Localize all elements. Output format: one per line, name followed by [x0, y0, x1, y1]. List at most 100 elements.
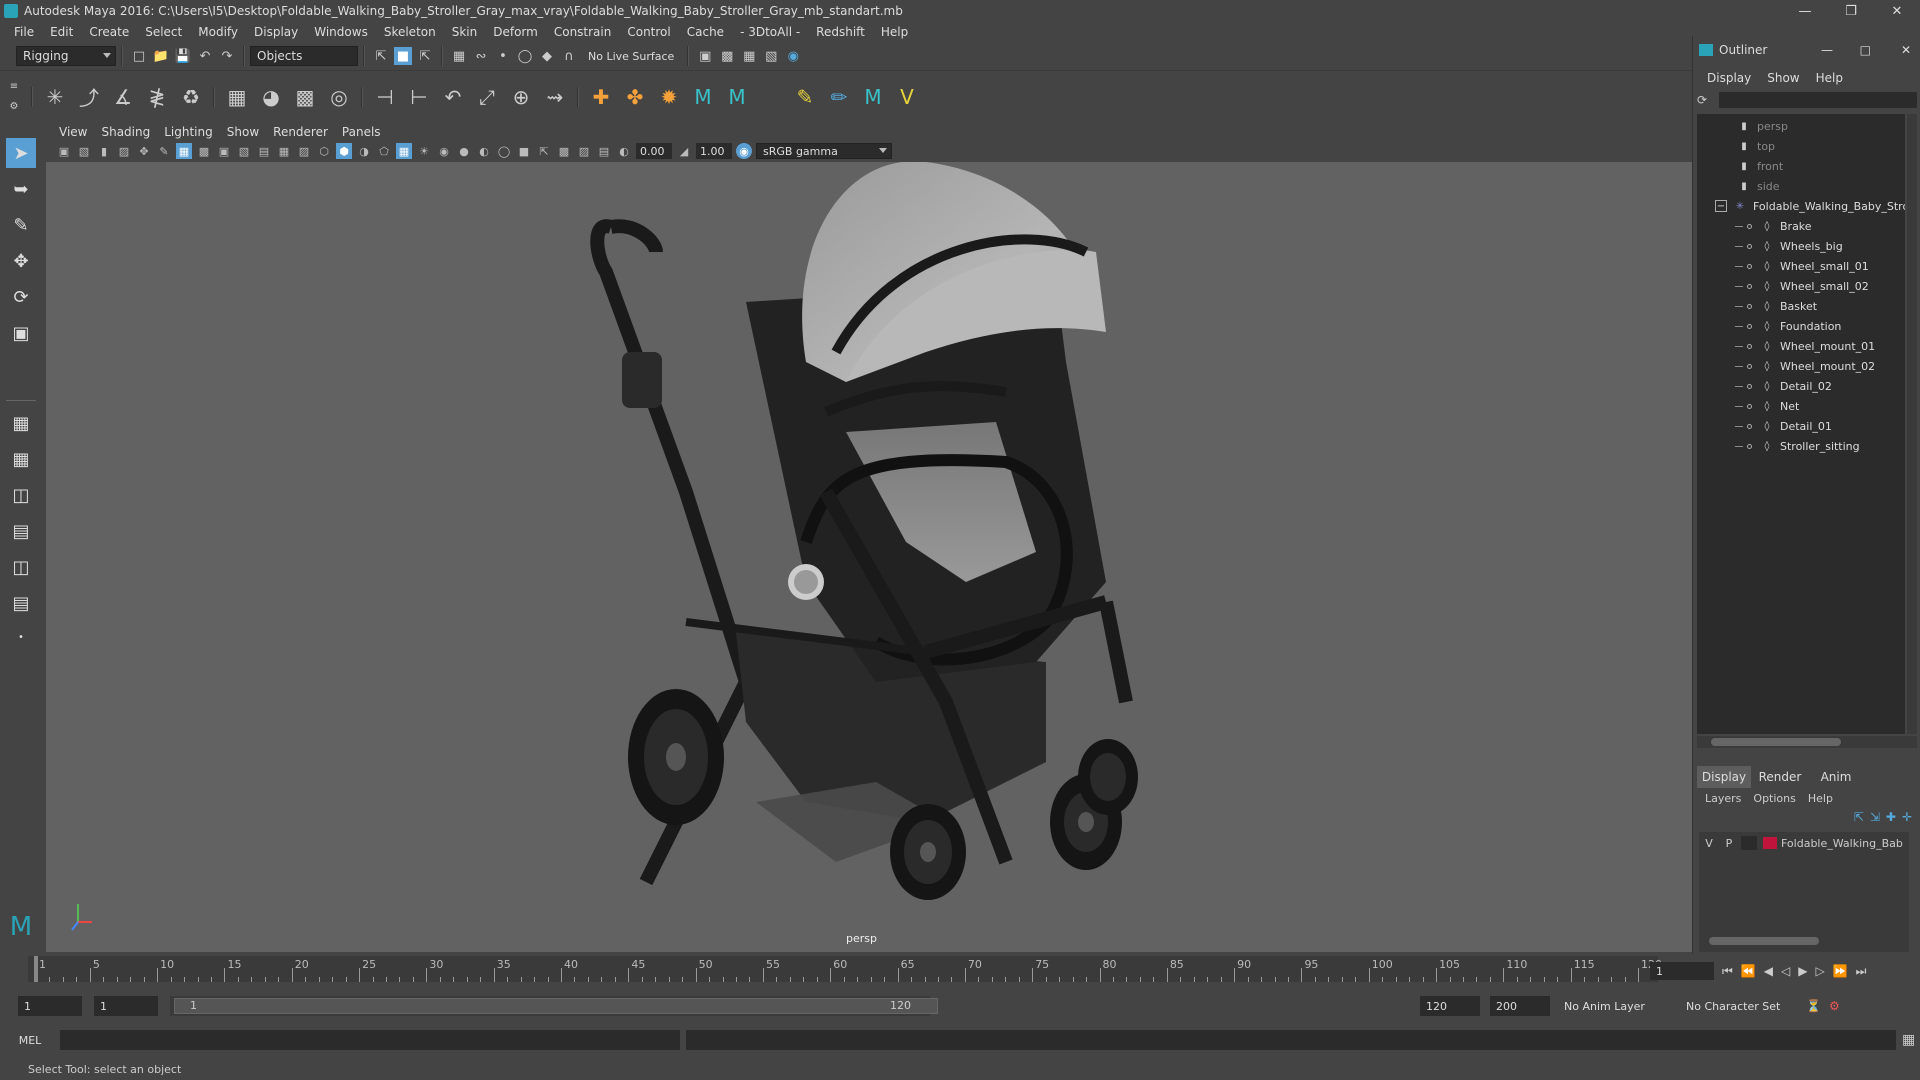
- default-material-icon[interactable]: ◑: [356, 143, 372, 159]
- shelf-menu-icon[interactable]: ≡: [10, 81, 18, 92]
- move-layer-down-icon[interactable]: ⇲: [1870, 810, 1880, 824]
- gamma-field[interactable]: 1.00: [696, 143, 732, 159]
- vp-menu-shading[interactable]: Shading: [94, 125, 157, 139]
- character-set-dropdown[interactable]: No Character Set: [1680, 996, 1798, 1016]
- minimize-button[interactable]: —: [1782, 0, 1828, 22]
- four-pane-icon[interactable]: ▦: [6, 444, 36, 474]
- anti-alias-icon[interactable]: ◯: [496, 143, 512, 159]
- select-object-icon[interactable]: ■: [394, 47, 412, 65]
- vp-menu-show[interactable]: Show: [220, 125, 266, 139]
- ipr-render-icon[interactable]: ▧: [762, 47, 780, 65]
- tree-item-child[interactable]: ◊ Wheel_small_01: [1735, 256, 1869, 276]
- menu-modify[interactable]: Modify: [190, 25, 246, 39]
- select-tool-icon[interactable]: ➤: [6, 138, 36, 168]
- layer-row[interactable]: V P Foldable_Walking_Bab: [1699, 834, 1909, 852]
- render-settings-icon[interactable]: ▣: [696, 47, 714, 65]
- tree-item-child[interactable]: ◊ Detail_01: [1735, 416, 1832, 436]
- paint-select-icon[interactable]: ✎: [6, 210, 36, 240]
- layer-color-swatch[interactable]: [1763, 837, 1777, 849]
- v-icon[interactable]: V: [892, 82, 922, 112]
- human-ik-icon[interactable]: ✹: [654, 82, 684, 112]
- live-surface-label[interactable]: No Live Surface: [588, 50, 674, 63]
- menu-create[interactable]: Create: [81, 25, 137, 39]
- toolbox-menu-icon[interactable]: •: [6, 622, 36, 652]
- film-gate-icon[interactable]: ▩: [196, 143, 212, 159]
- joint-tool-icon[interactable]: ✳: [40, 82, 70, 112]
- close-button[interactable]: ✕: [1874, 0, 1920, 22]
- close-button[interactable]: ✕: [1901, 43, 1911, 57]
- step-back-key-icon[interactable]: ⏪: [1741, 964, 1756, 979]
- paint-weights-icon[interactable]: ✎: [790, 82, 820, 112]
- paint-tool-icon[interactable]: ✏: [824, 82, 854, 112]
- camera-attr-icon[interactable]: ▧: [76, 143, 92, 159]
- lattice-icon[interactable]: ▩: [290, 82, 320, 112]
- tree-item-front[interactable]: ▮ front: [1737, 156, 1783, 176]
- grease-pencil-icon[interactable]: ✎: [156, 143, 172, 159]
- orient-joint-icon[interactable]: ♻: [176, 82, 206, 112]
- menu-display[interactable]: Display: [246, 25, 306, 39]
- maya-m3-icon[interactable]: М: [858, 82, 888, 112]
- ik-handle-icon[interactable]: ⤴: [74, 82, 104, 112]
- hypershade-icon[interactable]: ◉: [784, 47, 802, 65]
- outliner-menu-display[interactable]: Display: [1699, 71, 1759, 85]
- play-forward-icon[interactable]: ▶: [1798, 964, 1807, 979]
- tree-item-child[interactable]: ◊ Basket: [1735, 296, 1817, 316]
- menu-edit[interactable]: Edit: [42, 25, 81, 39]
- tree-item-child[interactable]: ◊ Brake: [1735, 216, 1812, 236]
- step-back-frame-icon[interactable]: ◀: [1764, 964, 1773, 979]
- menu-constrain[interactable]: Constrain: [546, 25, 620, 39]
- smooth-bind-icon[interactable]: ◕: [256, 82, 286, 112]
- scrollbar-thumb[interactable]: [1711, 738, 1841, 746]
- move-layer-up-icon[interactable]: ⇱: [1854, 810, 1864, 824]
- auto-key-icon[interactable]: ⏳: [1806, 999, 1821, 1013]
- screen-ao-icon[interactable]: ●: [456, 143, 472, 159]
- range-slider-handle[interactable]: [174, 998, 938, 1014]
- tree-item-child[interactable]: ◊ Wheels_big: [1735, 236, 1843, 256]
- move-tool-icon[interactable]: ✥: [6, 246, 36, 276]
- save-scene-icon[interactable]: 💾: [174, 47, 192, 65]
- safe-title-icon[interactable]: ▨: [296, 143, 312, 159]
- outliner-vertical-scrollbar[interactable]: [1907, 114, 1917, 734]
- isolate-select-icon[interactable]: ⇱: [536, 143, 552, 159]
- aim-constraint-icon[interactable]: ⊕: [506, 82, 536, 112]
- xray-joints-icon[interactable]: ▨: [576, 143, 592, 159]
- exposure-icon[interactable]: ◐: [616, 143, 632, 159]
- snap-surface-icon[interactable]: ◆: [538, 47, 556, 65]
- outliner-pane-icon[interactable]: ◫: [6, 552, 36, 582]
- menu-cache[interactable]: Cache: [679, 25, 732, 39]
- grid-icon[interactable]: ▦: [176, 143, 192, 159]
- color-management-icon[interactable]: ◉: [736, 143, 752, 159]
- tree-item-child[interactable]: ◊ Net: [1735, 396, 1799, 416]
- scale-tool-icon[interactable]: ▣: [6, 318, 36, 348]
- point-constraint-icon[interactable]: ⊢: [404, 82, 434, 112]
- menu-3dtoall[interactable]: - 3DtoAll -: [732, 25, 808, 39]
- tree-item-root[interactable]: − ✳ Foldable_Walking_Baby_Stro: [1715, 196, 1905, 216]
- wireframe-icon[interactable]: ⬡: [316, 143, 332, 159]
- menu-select[interactable]: Select: [137, 25, 190, 39]
- tree-item-child[interactable]: ◊ Detail_02: [1735, 376, 1832, 396]
- vp-menu-renderer[interactable]: Renderer: [266, 125, 335, 139]
- select-component-icon[interactable]: ⇱: [416, 47, 434, 65]
- mirror-joint-icon[interactable]: ≹: [142, 82, 172, 112]
- tree-item-persp[interactable]: ▮ persp: [1737, 116, 1788, 136]
- tab-anim[interactable]: Anim: [1809, 766, 1863, 788]
- tree-item-child[interactable]: ◊ Wheel_mount_01: [1735, 336, 1875, 356]
- layer-playback-toggle[interactable]: P: [1719, 837, 1739, 850]
- field-chart-icon[interactable]: ▤: [256, 143, 272, 159]
- outliner-search-input[interactable]: [1719, 92, 1917, 108]
- playback-start-field[interactable]: 1: [94, 996, 158, 1016]
- menu-control[interactable]: Control: [619, 25, 678, 39]
- go-to-start-icon[interactable]: ⏮: [1722, 964, 1733, 979]
- exposure-field[interactable]: 0.00: [636, 143, 672, 159]
- layer-visibility-toggle[interactable]: V: [1699, 837, 1719, 850]
- menu-skin[interactable]: Skin: [444, 25, 486, 39]
- shadows-icon[interactable]: ◉: [436, 143, 452, 159]
- gamma-icon[interactable]: ◢: [676, 143, 692, 159]
- xray-components-icon[interactable]: ▤: [596, 143, 612, 159]
- selection-mode-dropdown[interactable]: Objects: [250, 46, 358, 66]
- blank-shelf-icon[interactable]: [756, 82, 786, 112]
- range-slider[interactable]: 1 120: [170, 996, 938, 1016]
- bind-skin-icon[interactable]: ▦: [222, 82, 252, 112]
- textured-icon[interactable]: ▦: [396, 143, 412, 159]
- layer-horizontal-scrollbar[interactable]: [1699, 936, 1909, 946]
